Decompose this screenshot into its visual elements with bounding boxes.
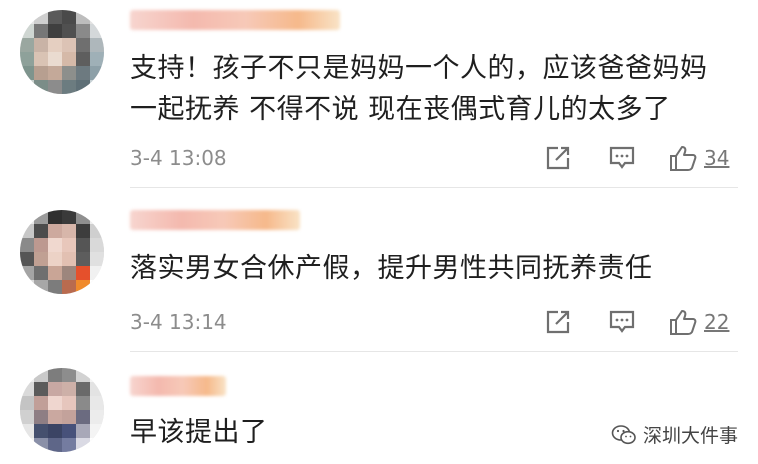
watermark: 深圳大件事: [611, 421, 738, 448]
comment-text-line: 支持！孩子不只是妈妈一个人的，应该爸爸妈妈: [130, 53, 708, 84]
username[interactable]: [130, 208, 300, 232]
timestamp: 3-4 13:08: [130, 146, 227, 170]
avatar[interactable]: [20, 368, 104, 452]
comment-text: 支持！孩子不只是妈妈一个人的，应该爸爸妈妈 一起抚养 不得不说 现在丧偶式育儿的…: [130, 48, 708, 130]
share-icon: [546, 146, 570, 170]
comment-text-line: 早该提出了: [130, 417, 268, 448]
comment-item-2: 落实男女合休产假，提升男性共同抚养责任 3-4 13:14 22: [0, 188, 758, 352]
like-count[interactable]: 22: [704, 310, 729, 334]
avatar[interactable]: [20, 10, 104, 94]
action-bar: 34: [540, 142, 740, 174]
like-button[interactable]: 34: [668, 142, 729, 174]
action-bar: 22: [540, 306, 740, 338]
comment-text: 早该提出了: [130, 412, 268, 453]
comment-icon: [609, 310, 635, 333]
comment-item-1: 支持！孩子不只是妈妈一个人的，应该爸爸妈妈 一起抚养 不得不说 现在丧偶式育儿的…: [0, 0, 758, 188]
share-button[interactable]: [544, 306, 572, 338]
username[interactable]: [130, 8, 340, 32]
comment-text-line: 一起抚养 不得不说 现在丧偶式育儿的太多了: [130, 94, 671, 125]
watermark-label: 深圳大件事: [642, 425, 738, 447]
wechat-icon: [611, 424, 636, 444]
like-button[interactable]: 22: [668, 306, 729, 338]
like-count[interactable]: 34: [704, 146, 729, 170]
comment-button[interactable]: [608, 306, 636, 338]
comment-icon: [609, 146, 635, 169]
comment-text: 落实男女合休产假，提升男性共同抚养责任: [130, 248, 653, 289]
share-icon: [546, 310, 570, 334]
avatar[interactable]: [20, 210, 104, 294]
thumbs-up-icon: [670, 310, 697, 335]
comment-button[interactable]: [608, 142, 636, 174]
username[interactable]: [130, 374, 226, 398]
share-button[interactable]: [544, 142, 572, 174]
timestamp: 3-4 13:14: [130, 310, 227, 334]
comment-text-line: 落实男女合休产假，提升男性共同抚养责任: [130, 253, 653, 284]
thumbs-up-icon: [670, 146, 697, 171]
